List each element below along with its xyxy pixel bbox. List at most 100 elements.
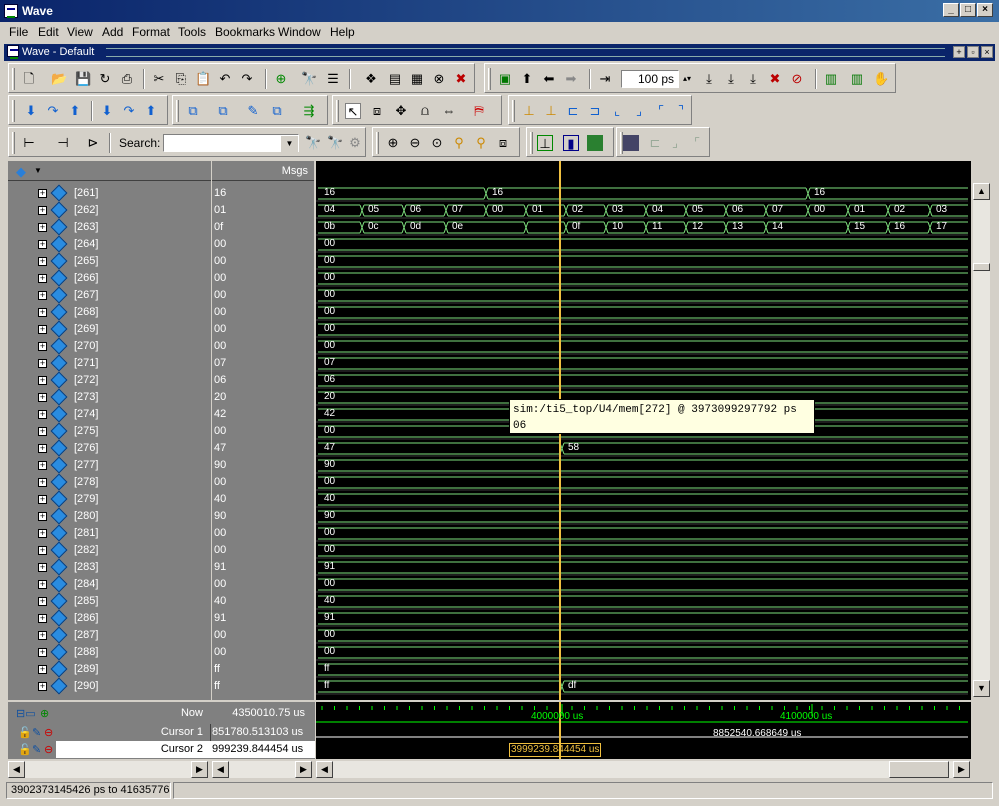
new-icon[interactable]: 🗋: [21, 71, 37, 87]
cut-icon[interactable]: ✂: [151, 71, 167, 87]
open-icon[interactable]: 📂: [51, 71, 67, 87]
signal-value-row[interactable]: 06: [212, 372, 314, 389]
copy-icon[interactable]: ⎘: [173, 71, 189, 87]
expand-plus-icon[interactable]: +: [38, 427, 47, 436]
zoom-full-icon[interactable]: ⊙: [429, 135, 445, 151]
signal-value-row[interactable]: 16: [212, 185, 314, 202]
expand-plus-icon[interactable]: +: [38, 291, 47, 300]
wave-scroll-thumb[interactable]: [889, 761, 949, 778]
find-first-edge-icon[interactable]: ⊥: [521, 103, 537, 119]
traffic-light-icon[interactable]: ⛿: [471, 103, 487, 119]
search-dropdown-icon[interactable]: ▼: [281, 136, 298, 152]
menu-view[interactable]: View: [67, 25, 93, 39]
signal-row[interactable]: + [285]: [8, 592, 211, 610]
wave-list-icon[interactable]: ◆: [16, 164, 26, 180]
redo-icon[interactable]: ↷: [239, 71, 255, 87]
signal-value-row[interactable]: 40: [212, 491, 314, 508]
expand-plus-icon[interactable]: +: [38, 665, 47, 674]
expand-plus-icon[interactable]: +: [38, 274, 47, 283]
columns-icon[interactable]: ☰: [325, 71, 341, 87]
menu-add[interactable]: Add: [102, 25, 123, 39]
expand-plus-icon[interactable]: +: [38, 359, 47, 368]
signal-value-row[interactable]: 47: [212, 440, 314, 457]
print-icon[interactable]: ⎙: [119, 71, 135, 87]
signal-row[interactable]: + [288]: [8, 643, 211, 661]
signal-row[interactable]: + [287]: [8, 626, 211, 644]
signal-row[interactable]: + [267]: [8, 286, 211, 304]
cursor1-delete-icon[interactable]: ⊖: [44, 726, 53, 739]
search-options-icon[interactable]: ⚙: [347, 135, 363, 151]
name-hscroll[interactable]: ◀ ▶: [8, 761, 208, 778]
minimize-button[interactable]: _: [943, 3, 959, 17]
signal-value-row[interactable]: 90: [212, 457, 314, 474]
expand-plus-icon[interactable]: +: [38, 546, 47, 555]
expand-plus-icon[interactable]: +: [38, 461, 47, 470]
zoom-mode-icon[interactable]: ⧈: [369, 103, 385, 119]
menu-format[interactable]: Format: [132, 25, 170, 39]
prev-falling-icon[interactable]: ⌞: [609, 103, 625, 119]
signal-value-row[interactable]: 90: [212, 508, 314, 525]
expand-plus-icon[interactable]: +: [38, 512, 47, 521]
signal-row[interactable]: + [283]: [8, 558, 211, 576]
scroll-up-icon[interactable]: ▲: [973, 183, 990, 200]
signal-value-row[interactable]: 20: [212, 389, 314, 406]
combine-icon[interactable]: ⊳: [85, 135, 101, 151]
signal-row[interactable]: + [268]: [8, 303, 211, 321]
run-icon[interactable]: ⤓: [701, 71, 717, 87]
dock-button[interactable]: +: [953, 46, 965, 58]
cursor1-edit-icon[interactable]: ✎: [32, 726, 41, 739]
grid-icon[interactable]: ▦: [409, 71, 425, 87]
signal-value-row[interactable]: 01: [212, 202, 314, 219]
menu-help[interactable]: Help: [330, 25, 355, 39]
expand-plus-icon[interactable]: +: [38, 495, 47, 504]
signal-row[interactable]: + [270]: [8, 337, 211, 355]
search-input[interactable]: [163, 134, 299, 152]
scroll-down-icon[interactable]: ▼: [973, 680, 990, 697]
zoom-out-icon[interactable]: ⊖: [407, 135, 423, 151]
value-hscroll[interactable]: ◀ ▶: [212, 761, 312, 778]
group-icon[interactable]: ⊣: [55, 135, 71, 151]
signal-row[interactable]: + [273]: [8, 388, 211, 406]
undo-icon[interactable]: ↶: [217, 71, 233, 87]
zoom-cursor-icon[interactable]: ⚲: [451, 135, 467, 151]
signal-value-row[interactable]: 00: [212, 423, 314, 440]
right-arrow-icon[interactable]: ➡: [563, 71, 579, 87]
expand-plus-icon[interactable]: +: [38, 580, 47, 589]
add-cursor-small-icon[interactable]: ⊕: [40, 707, 49, 720]
signal-row[interactable]: + [265]: [8, 252, 211, 270]
break-icon[interactable]: ⊗: [431, 71, 447, 87]
signal-row[interactable]: + [263]: [8, 218, 211, 236]
expand-plus-icon[interactable]: +: [38, 597, 47, 606]
expand-plus-icon[interactable]: +: [38, 376, 47, 385]
header-dropdown-icon[interactable]: ▼: [34, 166, 42, 175]
signal-row[interactable]: + [272]: [8, 371, 211, 389]
signal-value-row[interactable]: ff: [212, 678, 314, 695]
zoom-last-icon[interactable]: ⚲: [473, 135, 489, 151]
cursor2-lock-icon[interactable]: 🔓: [18, 743, 32, 756]
add-cursor-icon[interactable]: ⊥: [537, 135, 553, 151]
expand-plus-icon[interactable]: +: [38, 240, 47, 249]
profile-icon[interactable]: ▥: [849, 71, 865, 87]
restart-icon[interactable]: ▣: [497, 71, 513, 87]
wave-rise-icon[interactable]: ⌜: [689, 135, 705, 151]
menu-edit[interactable]: Edit: [38, 25, 59, 39]
signal-row[interactable]: + [266]: [8, 269, 211, 287]
value-scroll-left-icon[interactable]: ◀: [212, 761, 229, 778]
up-arrow-icon[interactable]: ⬆: [519, 71, 535, 87]
name-scroll-right-icon[interactable]: ▶: [191, 761, 208, 778]
signal-row[interactable]: + [269]: [8, 320, 211, 338]
signal-value-row[interactable]: 00: [212, 270, 314, 287]
signal-row[interactable]: + [284]: [8, 575, 211, 593]
edit-icon[interactable]: ✎: [245, 103, 261, 119]
expand-icon[interactable]: ⇶: [301, 103, 317, 119]
signal-value-row[interactable]: 00: [212, 287, 314, 304]
cursor2-value[interactable]: 999239.844454 us: [212, 743, 303, 755]
cursor2-edit-icon[interactable]: ✎: [32, 743, 41, 756]
expand-plus-icon[interactable]: +: [38, 189, 47, 198]
signal-value-row[interactable]: 0f: [212, 219, 314, 236]
run-length-input[interactable]: 100 ps: [621, 70, 679, 88]
find-prev-edge-icon[interactable]: ⊥: [543, 103, 559, 119]
expand-plus-icon[interactable]: +: [38, 444, 47, 453]
next-rising-icon[interactable]: ⌝: [673, 103, 689, 119]
expand-plus-icon[interactable]: +: [38, 257, 47, 266]
